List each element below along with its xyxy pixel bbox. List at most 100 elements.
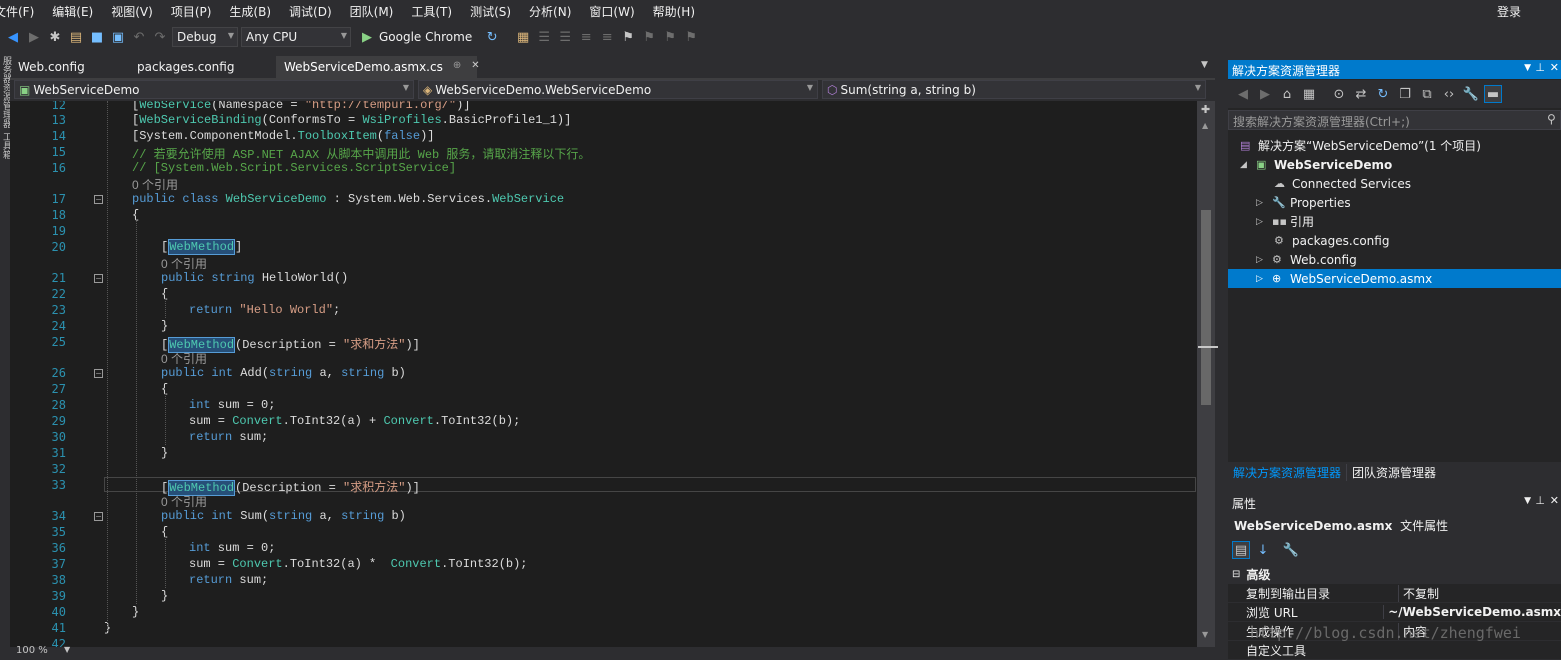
expand-arrow-icon[interactable]: ▷	[1256, 274, 1266, 284]
tab-packages-config[interactable]: packages.config	[129, 56, 276, 78]
type-dropdown[interactable]: ◈ WebServiceDemo.WebServiceDemo ▼	[418, 80, 818, 99]
tree-project[interactable]: ◢ ▣ WebServiceDemo	[1228, 155, 1561, 174]
property-row[interactable]: 复制到输出目录 不复制	[1228, 584, 1561, 603]
property-category-advanced[interactable]: ⊟ 高级	[1228, 565, 1561, 584]
indent-icon[interactable]: ☰	[556, 28, 574, 46]
new-project-icon[interactable]: ✱	[46, 28, 64, 46]
bookmark-prev-icon[interactable]: ⚑	[640, 28, 658, 46]
tree-packages-config[interactable]: ⚙ packages.config	[1228, 231, 1561, 250]
panel-menu-icon[interactable]: ▼	[1524, 63, 1531, 73]
tree-web-config[interactable]: ▷ ⚙ Web.config	[1228, 250, 1561, 269]
property-row[interactable]: 自定义工具	[1228, 641, 1561, 660]
tree-properties[interactable]: ▷ 🔧 Properties	[1228, 193, 1561, 212]
search-icon[interactable]: ⚲	[1547, 112, 1556, 126]
browser-link-icon[interactable]: ▦	[514, 28, 532, 46]
zoom-level[interactable]: 100 %	[16, 645, 48, 656]
member-dropdown[interactable]: ⬡ Sum(string a, string b) ▼	[822, 80, 1206, 99]
home-icon[interactable]: ⌂	[1278, 85, 1296, 103]
menu-window[interactable]: 窗口(W)	[580, 3, 643, 20]
tree-webservicedemo-asmx[interactable]: ▷ ⊕ WebServiceDemo.asmx	[1228, 269, 1561, 288]
property-row[interactable]: 浏览 URL ~/WebServiceDemo.asmx	[1228, 603, 1561, 622]
menu-edit[interactable]: 编辑(E)	[43, 3, 102, 20]
tab-team-explorer[interactable]: 团队资源管理器	[1346, 464, 1441, 481]
forward-icon[interactable]: ▶	[25, 28, 43, 46]
menu-analyze[interactable]: 分析(N)	[520, 3, 580, 20]
collapse-icon[interactable]: ⊟	[1228, 569, 1240, 580]
solution-search-input[interactable]: 搜索解决方案资源管理器(Ctrl+;)	[1228, 110, 1561, 130]
open-file-icon[interactable]: ▤	[67, 28, 85, 46]
tree-connected-services[interactable]: ☁ Connected Services	[1228, 174, 1561, 193]
menu-test[interactable]: 测试(S)	[461, 3, 520, 20]
menu-project[interactable]: 项目(P)	[162, 3, 221, 20]
collapse-icon[interactable]: −	[94, 369, 103, 378]
undo-icon[interactable]: ↶	[130, 28, 148, 46]
property-value[interactable]: 不复制	[1398, 584, 1561, 602]
properties-object-selector[interactable]: WebServiceDemo.asmx 文件属性	[1228, 515, 1561, 535]
alphabetical-icon[interactable]: ↓	[1254, 541, 1272, 559]
bookmark-next-icon[interactable]: ⚑	[661, 28, 679, 46]
pin-icon[interactable]: ⊥	[1535, 61, 1545, 74]
pin-icon[interactable]: ⊕	[453, 60, 461, 78]
start-play-icon[interactable]: ▶	[358, 28, 376, 46]
uncomment-icon[interactable]: ≡	[598, 28, 616, 46]
switch-views-icon[interactable]: ▦	[1300, 85, 1318, 103]
menu-view[interactable]: 视图(V)	[102, 3, 162, 20]
tab-solution-explorer[interactable]: 解决方案资源管理器	[1228, 464, 1346, 481]
chevron-down-icon[interactable]: ▼	[64, 645, 70, 654]
collapse-all-icon[interactable]: ❐	[1396, 85, 1414, 103]
back-icon[interactable]: ◀	[4, 28, 22, 46]
tab-overflow-icon[interactable]: ▼	[1201, 60, 1208, 70]
refresh-icon[interactable]: ↻	[1374, 85, 1392, 103]
expand-arrow-icon[interactable]: ▷	[1256, 198, 1266, 208]
property-pages-icon[interactable]: 🔧	[1282, 541, 1300, 559]
property-value[interactable]: ~/WebServiceDemo.asmx	[1383, 605, 1561, 619]
show-all-files-icon[interactable]: ⧉	[1418, 85, 1436, 103]
redo-icon[interactable]: ↷	[151, 28, 169, 46]
categorized-icon[interactable]: ▤	[1232, 541, 1250, 559]
scrollbar-thumb[interactable]	[1201, 210, 1211, 405]
menu-build[interactable]: 生成(B)	[220, 3, 280, 20]
expand-arrow-icon[interactable]: ▷	[1256, 255, 1266, 265]
menu-debug[interactable]: 调试(D)	[280, 3, 341, 20]
bookmark-clear-icon[interactable]: ⚑	[682, 28, 700, 46]
login-link[interactable]: 登录	[1497, 3, 1521, 20]
reference-count[interactable]: 0 个引用	[161, 493, 207, 510]
view-code-icon[interactable]: ‹›	[1440, 85, 1458, 103]
sync-icon[interactable]: ⇄	[1352, 85, 1370, 103]
collapse-icon[interactable]: −	[94, 195, 103, 204]
align-icon[interactable]: ☰	[535, 28, 553, 46]
panel-menu-icon[interactable]: ▼	[1524, 496, 1531, 506]
properties-wrench-icon[interactable]: 🔧	[1462, 85, 1480, 103]
menu-team[interactable]: 团队(M)	[341, 3, 403, 20]
tree-references[interactable]: ▷ ▪▪ 引用	[1228, 212, 1561, 231]
collapse-icon[interactable]: −	[94, 274, 103, 283]
browser-select[interactable]: Google Chrome	[379, 30, 472, 44]
expand-arrow-icon[interactable]: ▷	[1256, 217, 1266, 227]
comment-icon[interactable]: ≡	[577, 28, 595, 46]
reference-count[interactable]: 0 个引用	[161, 350, 207, 367]
menu-file[interactable]: 文件(F)	[0, 3, 43, 20]
save-all-icon[interactable]: ▣	[109, 28, 127, 46]
reference-count[interactable]: 0 个引用	[132, 176, 178, 193]
menu-help[interactable]: 帮助(H)	[644, 3, 704, 20]
tree-solution[interactable]: ▤ 解决方案“WebServiceDemo”(1 个项目)	[1228, 136, 1561, 155]
platform-select[interactable]: Any CPU ▼	[241, 27, 351, 47]
expand-arrow-icon[interactable]: ◢	[1240, 160, 1250, 170]
menu-tools[interactable]: 工具(T)	[402, 3, 461, 20]
close-icon[interactable]: ✕	[1550, 61, 1559, 74]
bookmark-icon[interactable]: ⚑	[619, 28, 637, 46]
split-icon[interactable]: ✚	[1201, 103, 1210, 116]
project-dropdown[interactable]: ▣ WebServiceDemo ▼	[14, 80, 414, 99]
preview-icon[interactable]: ▬	[1484, 85, 1502, 103]
tab-webservicedemo-asmx-cs[interactable]: WebServiceDemo.asmx.cs ⊕ ✕	[276, 56, 480, 78]
reference-count[interactable]: 0 个引用	[161, 255, 207, 272]
config-select[interactable]: Debug ▼	[172, 27, 238, 47]
save-icon[interactable]: ■	[88, 28, 106, 46]
close-icon[interactable]: ✕	[471, 60, 479, 78]
forward-icon[interactable]: ▶	[1256, 85, 1274, 103]
back-icon[interactable]: ◀	[1234, 85, 1252, 103]
refresh-icon[interactable]: ↻	[483, 28, 501, 46]
code-editor[interactable]: 12 [WebService(Namespace = "http://tempu…	[10, 101, 1197, 647]
scroll-down-icon[interactable]: ▼	[1202, 630, 1208, 639]
pending-changes-icon[interactable]: ⊙	[1330, 85, 1348, 103]
